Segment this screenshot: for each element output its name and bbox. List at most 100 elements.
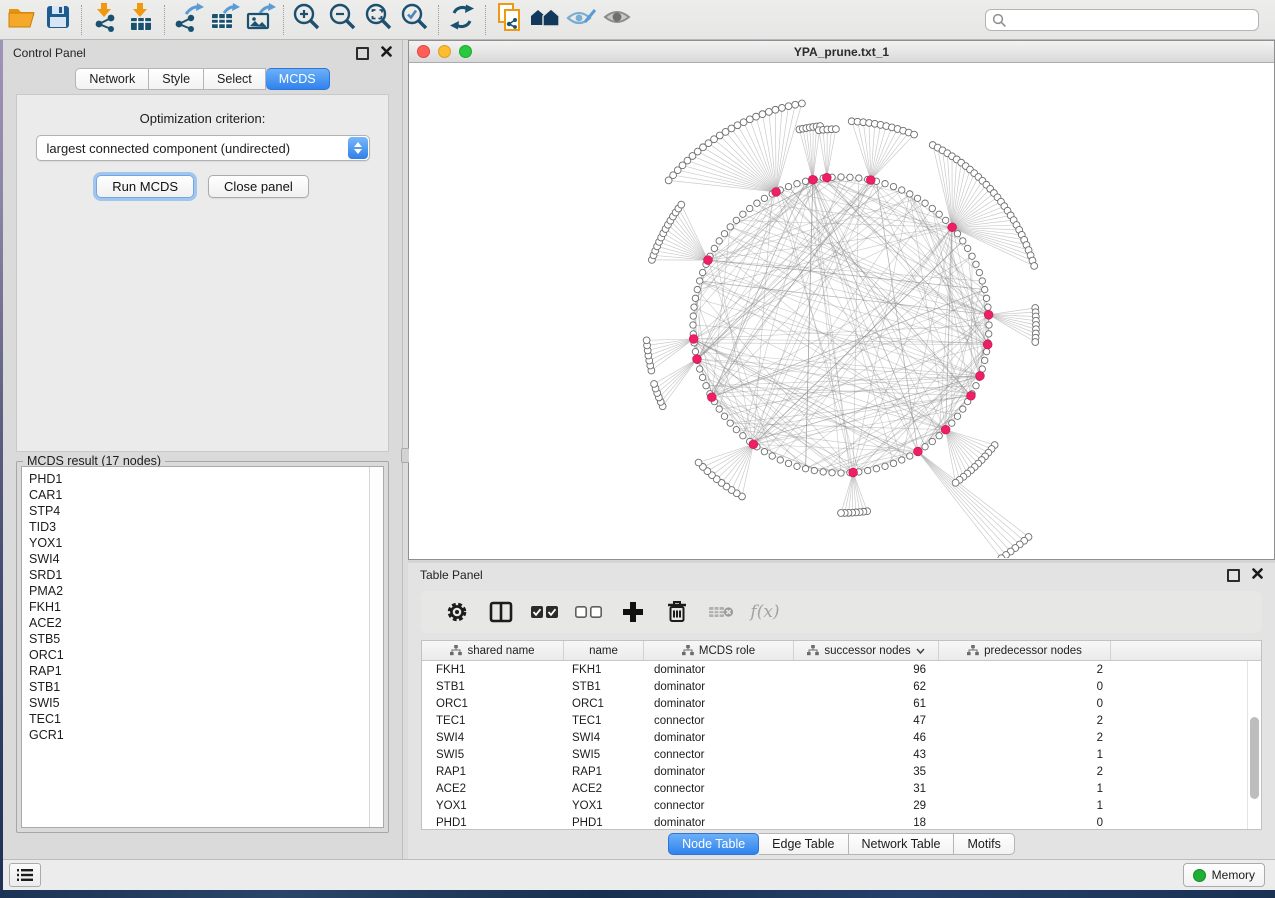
tab-network[interactable]: Network [75,68,149,90]
zoom-in-button[interactable] [289,3,325,37]
open-file-button[interactable] [4,3,40,37]
tab-mcds[interactable]: MCDS [266,68,330,90]
mcds-result-item[interactable]: PMA2 [22,583,369,599]
control-panel: Control Panel Network Style Select MCDS … [3,40,403,860]
export-table-icon [208,2,240,37]
mcds-result-item[interactable]: SWI4 [22,551,369,567]
tab-style[interactable]: Style [149,68,204,90]
float-panel-icon[interactable] [1227,569,1240,582]
column-header-name[interactable]: name [564,641,644,660]
vertical-splitter[interactable] [403,40,408,860]
table-row[interactable]: FKH1FKH1dominator962 [422,661,1247,678]
first-neighbors-button[interactable] [527,3,563,37]
mcds-result-item[interactable]: GCR1 [22,727,369,743]
clone-network-icon [495,2,523,37]
delete-table-button[interactable] [699,604,743,620]
column-header-filler [1111,641,1261,660]
table-toolbar: f(x) [421,591,1262,633]
function-builder-button[interactable]: f(x) [743,602,787,622]
window-minimize-icon[interactable] [438,45,451,58]
mcds-result-item[interactable]: STP4 [22,503,369,519]
mcds-result-item[interactable]: ACE2 [22,615,369,631]
show-all-button[interactable] [599,3,635,37]
mcds-result-item[interactable]: RAP1 [22,663,369,679]
table-scrollbar-thumb[interactable] [1250,717,1259,799]
mcds-result-item[interactable]: ORC1 [22,647,369,663]
table-row[interactable]: ORC1ORC1dominator610 [422,695,1247,712]
zoom-selected-icon [400,2,430,37]
column-header-predecessor-nodes[interactable]: predecessor nodes [939,641,1111,660]
zoom-selected-button[interactable] [397,3,433,37]
export-image-icon [244,2,276,37]
float-panel-icon[interactable] [356,47,369,60]
table-row[interactable]: SWI4SWI4dominator462 [422,729,1247,746]
shared-column-icon [682,645,694,656]
table-row[interactable]: RAP1RAP1dominator352 [422,763,1247,780]
import-table-button[interactable] [123,3,159,37]
tab-motifs[interactable]: Motifs [954,833,1014,855]
column-header-shared-name[interactable]: shared name [422,641,564,660]
criterion-dropdown[interactable]: largest connected component (undirected) [36,135,370,161]
status-bar: Memory [0,859,1275,890]
clone-network-button[interactable] [491,3,527,37]
table-row[interactable]: TEC1TEC1connector472 [422,712,1247,729]
mcds-result-item[interactable]: TID3 [22,519,369,535]
table-settings-button[interactable] [435,600,479,624]
mcds-list-scrollbar[interactable] [369,467,383,827]
mcds-result-item[interactable]: PHD1 [22,471,369,487]
zoom-out-button[interactable] [325,3,361,37]
mcds-result-item[interactable]: TEC1 [22,711,369,727]
export-network-button[interactable] [170,3,206,37]
save-floppy-icon [45,4,71,35]
mcds-result-item[interactable]: FKH1 [22,599,369,615]
memory-status-icon [1193,869,1206,882]
refresh-icon [448,3,476,36]
desktop-wallpaper-strip [0,890,1275,898]
tab-edge-table[interactable]: Edge Table [759,833,848,855]
search-input[interactable] [985,9,1259,31]
table-scrollbar[interactable] [1247,661,1261,829]
save-session-button[interactable] [40,3,76,37]
deselect-all-button[interactable] [567,605,611,619]
window-close-icon[interactable] [417,45,430,58]
close-panel-icon[interactable] [381,44,392,62]
table-row[interactable]: SWI5SWI5connector431 [422,746,1247,763]
table-row[interactable]: STB1STB1dominator620 [422,678,1247,695]
split-panel-button[interactable] [479,601,523,623]
node-table-body: FKH1FKH1dominator962STB1STB1dominator620… [422,661,1247,829]
close-panel-icon[interactable] [1252,566,1263,584]
zoom-fit-button[interactable] [361,3,397,37]
select-all-button[interactable] [523,605,567,619]
hide-selected-button[interactable] [563,3,599,37]
control-panel-header: Control Panel [3,40,402,66]
memory-button[interactable]: Memory [1183,863,1265,887]
table-row[interactable]: YOX1YOX1connector291 [422,797,1247,814]
import-network-button[interactable] [87,3,123,37]
delete-column-button[interactable] [655,600,699,624]
task-history-button[interactable] [9,863,41,887]
mcds-result-item[interactable]: STB5 [22,631,369,647]
shared-column-icon [967,645,979,656]
export-table-button[interactable] [206,3,242,37]
mcds-result-item[interactable]: STB1 [22,679,369,695]
tab-node-table[interactable]: Node Table [668,833,759,855]
refresh-view-button[interactable] [444,3,480,37]
add-column-button[interactable] [611,601,655,623]
window-maximize-icon[interactable] [459,45,472,58]
table-row[interactable]: PHD1PHD1dominator180 [422,814,1247,829]
network-canvas[interactable] [409,63,1274,559]
tab-network-table[interactable]: Network Table [849,833,955,855]
table-row[interactable]: ACE2ACE2connector311 [422,780,1247,797]
run-mcds-button[interactable]: Run MCDS [96,175,194,198]
close-panel-button[interactable]: Close panel [208,175,309,198]
tab-select[interactable]: Select [204,68,266,90]
mcds-result-item[interactable]: SRD1 [22,567,369,583]
mcds-result-item[interactable]: SWI5 [22,695,369,711]
toolbar-separator [485,5,486,35]
export-image-button[interactable] [242,3,278,37]
column-header-mcds-role[interactable]: MCDS role [644,641,794,660]
network-window-titlebar[interactable]: YPA_prune.txt_1 [409,41,1274,63]
mcds-result-item[interactable]: YOX1 [22,535,369,551]
mcds-result-item[interactable]: CAR1 [22,487,369,503]
column-header-successor-nodes[interactable]: successor nodes [794,641,939,660]
